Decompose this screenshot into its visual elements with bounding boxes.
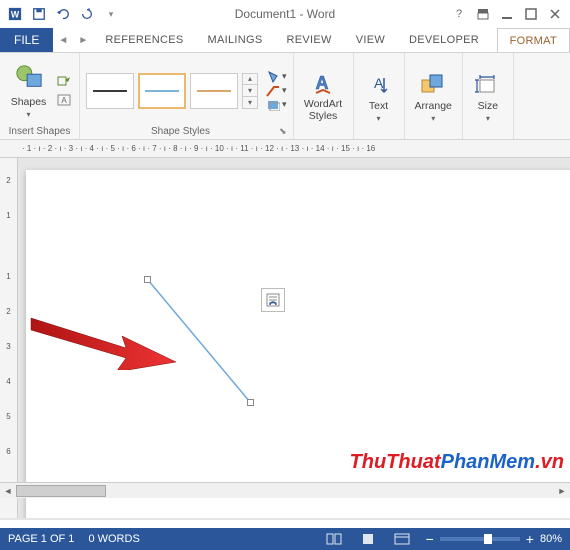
- shape-style-3[interactable]: [190, 73, 238, 109]
- window-title: Document1 - Word: [122, 7, 448, 21]
- annotation-arrow-icon: [26, 300, 186, 370]
- layout-options-button[interactable]: [261, 288, 285, 312]
- save-button[interactable]: [28, 3, 50, 25]
- workspace: · 1 · ı · 2 · ı · 3 · ı · 4 · ı · 5 · ı …: [0, 140, 570, 520]
- help-button[interactable]: ?: [448, 4, 470, 24]
- scroll-left-icon[interactable]: ◄: [0, 484, 16, 498]
- maximize-button[interactable]: [520, 4, 542, 24]
- tab-prev-icon[interactable]: ◄: [53, 28, 73, 52]
- page-count[interactable]: PAGE 1 OF 1: [8, 533, 74, 545]
- zoom-in-button[interactable]: +: [526, 531, 534, 547]
- svg-text:A: A: [62, 96, 68, 105]
- tab-mailings[interactable]: MAILINGS: [196, 28, 275, 52]
- tab-developer[interactable]: DEVELOPER: [397, 28, 491, 52]
- chevron-down-icon: ▾: [431, 114, 435, 123]
- ribbon-options-button[interactable]: [472, 4, 494, 24]
- zoom-level[interactable]: 80%: [540, 533, 562, 545]
- group-size: Size ▾: [463, 53, 514, 139]
- dialog-launcher-icon[interactable]: ⬊: [279, 126, 287, 137]
- text-button[interactable]: A Text ▾: [360, 70, 398, 125]
- group-text: A Text ▾: [354, 53, 405, 139]
- qat-customize-icon[interactable]: ▾: [100, 3, 122, 25]
- status-bar: PAGE 1 OF 1 0 WORDS − + 80%: [0, 528, 570, 550]
- chevron-down-icon: ▾: [26, 110, 30, 119]
- text-direction-icon: A: [364, 72, 394, 98]
- chevron-down-icon: ▾: [486, 114, 490, 123]
- zoom-out-button[interactable]: −: [426, 531, 434, 547]
- zoom-control: − + 80%: [426, 531, 562, 547]
- shape-outline-button[interactable]: ▾: [266, 85, 287, 97]
- shapes-icon: [14, 63, 44, 94]
- group-label: Insert Shapes: [9, 126, 71, 137]
- shape-style-2[interactable]: [138, 73, 186, 109]
- group-label: Shape Styles: [86, 126, 275, 137]
- watermark-text: ThuThuatPhanMem.vn: [350, 451, 564, 474]
- scroll-track[interactable]: [16, 484, 554, 498]
- edit-shape-icon[interactable]: [56, 75, 72, 89]
- shape-effects-button[interactable]: ▾: [266, 99, 287, 111]
- redo-button[interactable]: [76, 3, 98, 25]
- scroll-right-icon[interactable]: ►: [554, 484, 570, 498]
- group-wordart-styles: A WordArt Styles: [294, 53, 354, 139]
- print-layout-button[interactable]: [358, 531, 378, 547]
- chevron-down-icon: ▾: [377, 114, 381, 123]
- minimize-button[interactable]: [496, 4, 518, 24]
- tab-format[interactable]: FORMAT: [497, 28, 570, 52]
- group-shape-styles: ▴▾▾ ▾ ▾ ▾ Shape Styles ⬊: [80, 53, 294, 139]
- tab-view[interactable]: VIEW: [344, 28, 397, 52]
- scroll-thumb[interactable]: [16, 485, 106, 497]
- shape-style-1[interactable]: [86, 73, 134, 109]
- word-icon[interactable]: W: [4, 3, 26, 25]
- vertical-ruler[interactable]: 2 1 1 2 3 4 5 6: [0, 158, 18, 518]
- ribbon: Shapes ▾ A Insert Shapes ▴▾▾ ▾ ▾ ▾: [0, 52, 570, 140]
- ribbon-tabs: FILE ◄ ► REFERENCES MAILINGS REVIEW VIEW…: [0, 28, 570, 52]
- arrange-icon: [418, 72, 448, 98]
- horizontal-scrollbar[interactable]: ◄ ►: [0, 482, 570, 498]
- horizontal-ruler[interactable]: · 1 · ı · 2 · ı · 3 · ı · 4 · ı · 5 · ı …: [0, 140, 570, 158]
- tab-file[interactable]: FILE: [0, 28, 53, 52]
- size-icon: [473, 72, 503, 98]
- arrange-button[interactable]: Arrange ▾: [411, 70, 456, 125]
- web-layout-button[interactable]: [392, 531, 412, 547]
- group-arrange: Arrange ▾: [405, 53, 463, 139]
- shape-fill-button[interactable]: ▾: [266, 71, 287, 83]
- size-button[interactable]: Size ▾: [469, 70, 507, 125]
- quick-access-toolbar: W ▾: [4, 3, 122, 25]
- wordart-styles-button[interactable]: A WordArt Styles: [300, 69, 346, 124]
- draw-textbox-icon[interactable]: A: [56, 93, 72, 107]
- shapes-button[interactable]: Shapes ▾: [7, 61, 51, 121]
- tab-next-icon[interactable]: ►: [73, 28, 93, 52]
- group-insert-shapes: Shapes ▾ A Insert Shapes: [0, 53, 80, 139]
- tab-review[interactable]: REVIEW: [275, 28, 344, 52]
- undo-button[interactable]: [52, 3, 74, 25]
- tab-references[interactable]: REFERENCES: [93, 28, 195, 52]
- titlebar: W ▾ Document1 - Word ?: [0, 0, 570, 28]
- shape-style-more[interactable]: ▴▾▾: [242, 73, 258, 109]
- window-controls: ?: [448, 4, 566, 24]
- word-count[interactable]: 0 WORDS: [88, 533, 139, 545]
- wordart-icon: A: [308, 71, 338, 97]
- svg-text:W: W: [11, 10, 20, 20]
- zoom-slider[interactable]: [440, 537, 520, 541]
- shape-style-gallery: ▴▾▾: [86, 73, 258, 109]
- zoom-slider-thumb[interactable]: [484, 534, 492, 544]
- resize-handle-end[interactable]: [247, 399, 254, 406]
- close-button[interactable]: [544, 4, 566, 24]
- resize-handle-start[interactable]: [144, 276, 151, 283]
- read-mode-button[interactable]: [324, 531, 344, 547]
- svg-text:A: A: [374, 75, 384, 91]
